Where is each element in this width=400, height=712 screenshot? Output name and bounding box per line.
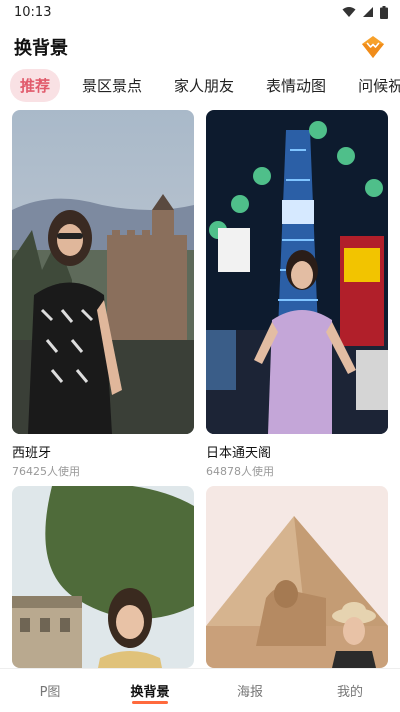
nav-photo-edit[interactable]: P图	[0, 669, 100, 712]
status-time: 10:13	[14, 4, 52, 20]
tab-emoji-gifs[interactable]: 表情动图	[256, 69, 336, 102]
template-card-garden[interactable]	[12, 486, 194, 668]
template-usage-count: 64878人使用	[206, 465, 274, 478]
template-title: 日本通天阁	[206, 446, 272, 461]
tab-family-friends[interactable]: 家人朋友	[164, 69, 244, 102]
nav-mine[interactable]: 我的	[300, 669, 400, 712]
page-title: 换背景	[14, 38, 68, 59]
active-tab-indicator	[132, 701, 168, 704]
template-card-spain[interactable]: 西班牙 76425人使用	[12, 110, 194, 479]
garden-photo	[12, 486, 194, 668]
wifi-icon	[342, 7, 356, 17]
template-card-tsutenkaku[interactable]: 日本通天阁 64878人使用	[206, 110, 388, 479]
signal-icon	[363, 7, 373, 17]
osaka-tower-photo	[206, 110, 388, 434]
nav-label: 海报	[236, 685, 263, 700]
template-image-spain	[12, 110, 194, 434]
nav-label: 换背景	[130, 685, 170, 700]
template-image-tsutenkaku	[206, 110, 388, 434]
template-card-pyramid[interactable]	[206, 486, 388, 668]
status-bar: 10:13	[0, 0, 400, 24]
diamond-icon[interactable]	[360, 34, 386, 60]
pyramid-photo	[206, 486, 388, 668]
template-image-garden	[12, 486, 194, 668]
nav-label: P图	[39, 685, 61, 700]
tab-greetings[interactable]: 问候祝福	[348, 69, 400, 102]
template-grid: 西班牙 76425人使用 日本通天阁 64878人使用	[12, 110, 388, 668]
template-usage-count: 76425人使用	[12, 465, 80, 478]
battery-icon	[380, 5, 388, 19]
tab-recommended[interactable]: 推荐	[10, 68, 61, 102]
tab-scenic-spots[interactable]: 景区景点	[72, 69, 152, 102]
nav-label: 我的	[336, 685, 363, 700]
app-header: 换背景	[0, 30, 400, 64]
category-tabs: 推荐 景区景点 家人朋友 表情动图 问候祝福 五	[0, 68, 400, 102]
nav-poster[interactable]: 海报	[200, 669, 300, 712]
template-image-pyramid	[206, 486, 388, 668]
bottom-nav: P图 换背景 海报 我的	[0, 668, 400, 712]
nav-change-background[interactable]: 换背景	[100, 669, 200, 712]
spain-castle-photo	[12, 110, 194, 434]
template-title: 西班牙	[12, 446, 52, 461]
